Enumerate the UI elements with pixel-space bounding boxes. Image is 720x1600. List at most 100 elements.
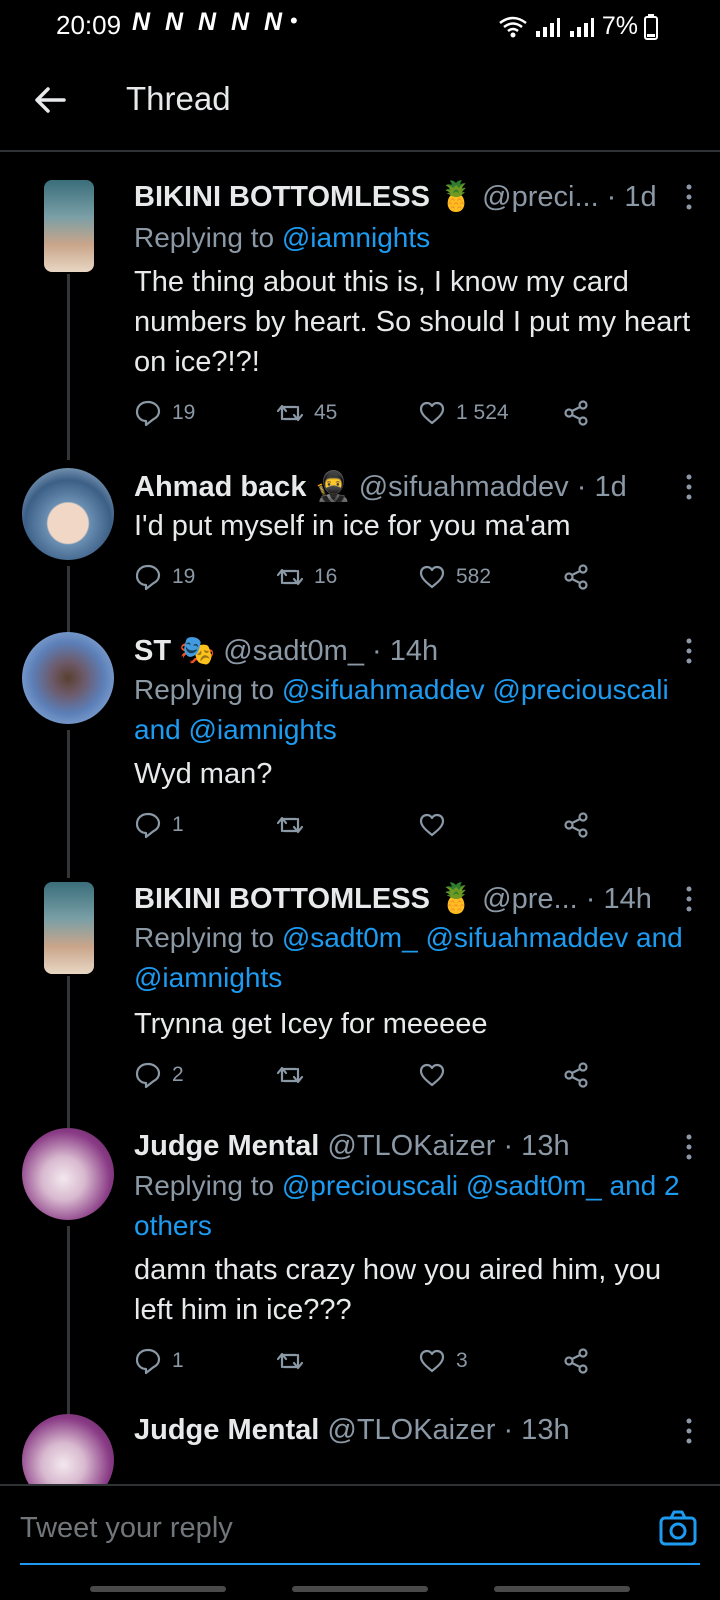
reply-button[interactable]: 19 (134, 396, 195, 430)
author-name[interactable]: BIKINI BOTTOMLESS (134, 883, 430, 915)
author-name[interactable]: Judge Mental (134, 1414, 319, 1446)
like-icon (419, 1349, 445, 1373)
retweet-button[interactable] (276, 1344, 314, 1378)
camera-icon[interactable] (658, 1508, 698, 1548)
share-button[interactable] (562, 1344, 590, 1378)
app-header: Thread (0, 56, 720, 146)
retweet-button[interactable]: 45 (276, 396, 337, 430)
reply-mention-link[interactable]: @iamnights (282, 222, 430, 253)
tweet-item[interactable]: Ahmad back 🥷 @sifuahmaddev · 1d I'd put … (0, 468, 720, 634)
reply-button[interactable]: 1 (134, 1344, 184, 1378)
avatar[interactable] (22, 632, 114, 724)
share-icon (564, 564, 588, 590)
tweet-item[interactable]: ST 🎭 @sadt0m_ · 14h Replying to @sifuahm… (0, 632, 720, 878)
share-button[interactable] (562, 1058, 590, 1092)
thread-connector (67, 566, 70, 634)
more-icon[interactable] (684, 1132, 694, 1162)
more-icon[interactable] (684, 1416, 694, 1446)
reply-input[interactable]: Tweet your reply (20, 1512, 233, 1545)
reply-button[interactable]: 19 (134, 560, 195, 594)
tweet-actions: 2 (134, 1058, 604, 1092)
tweet-text: Trynna get Icey for meeeee (134, 1008, 488, 1040)
reply-icon (135, 812, 161, 839)
like-button[interactable] (418, 1058, 456, 1092)
tweet-header: BIKINI BOTTOMLESS 🍍 @pre... · 14h (134, 882, 694, 922)
ninja-emoji-icon: 🥷 (314, 471, 351, 503)
arrow-left-icon[interactable] (30, 80, 70, 120)
share-button[interactable] (562, 396, 590, 430)
notification-icons: N N N N N (132, 8, 287, 36)
system-nav-bar (0, 1572, 720, 1600)
pineapple-emoji-icon: 🍍 (437, 883, 475, 915)
like-icon (419, 813, 445, 837)
replying-to: Replying to @sadt0m_ @sifuahmaddev and @… (134, 922, 683, 993)
retweet-icon (276, 816, 304, 834)
like-button[interactable]: 582 (418, 560, 491, 594)
like-button[interactable]: 3 (418, 1344, 468, 1378)
reply-icon (135, 564, 161, 591)
avatar[interactable] (22, 468, 114, 560)
thread-connector (67, 274, 70, 460)
avatar[interactable] (44, 180, 94, 272)
tweet-item[interactable]: Judge Mental @TLOKaizer · 13h (0, 1414, 720, 1484)
reply-button[interactable]: 2 (134, 1058, 184, 1092)
tweet-header: ST 🎭 @sadt0m_ · 14h (134, 634, 694, 674)
more-notifications-dot: • (290, 8, 298, 33)
tweet-actions: 19 16 582 (134, 560, 604, 594)
retweet-button[interactable] (276, 808, 314, 842)
share-button[interactable] (562, 808, 590, 842)
retweet-button[interactable] (276, 1058, 314, 1092)
more-icon[interactable] (684, 182, 694, 212)
reply-button[interactable]: 1 (134, 808, 184, 842)
reply-icon (135, 1348, 161, 1375)
like-button[interactable]: 1 524 (418, 396, 509, 430)
tweet-actions: 19 45 1 524 (134, 396, 604, 430)
nav-recents-button[interactable] (90, 1586, 226, 1592)
avatar[interactable] (44, 882, 94, 974)
reply-count: 19 (172, 401, 196, 424)
thread-connector (67, 976, 70, 1132)
share-button[interactable] (562, 560, 590, 594)
status-bar: 20:09 N N N N N • 7% (0, 0, 720, 54)
wifi-icon (499, 16, 527, 37)
nav-home-button[interactable] (292, 1586, 428, 1592)
author-handle: @sifuahmaddev · 1d (358, 471, 627, 503)
composer-divider (0, 1484, 720, 1486)
like-button[interactable] (418, 808, 456, 842)
author-name[interactable]: Judge Mental (134, 1130, 319, 1162)
tweet-actions: 1 (134, 808, 604, 842)
reply-count: 19 (172, 565, 196, 588)
more-icon[interactable] (684, 636, 694, 666)
reply-icon (135, 400, 161, 427)
page-title: Thread (126, 80, 231, 117)
nav-back-button[interactable] (494, 1586, 630, 1592)
tweet-item[interactable]: BIKINI BOTTOMLESS 🍍 @pre... · 14h Replyi… (0, 882, 720, 1132)
more-icon[interactable] (684, 884, 694, 914)
author-name[interactable]: Ahmad back (134, 471, 306, 503)
retweet-button[interactable]: 16 (276, 560, 337, 594)
avatar[interactable] (22, 1128, 114, 1220)
reply-count: 1 (172, 813, 184, 836)
tweet-text: Wyd man? (134, 758, 273, 790)
retweet-count: 16 (314, 565, 338, 588)
author-name[interactable]: ST (134, 635, 171, 667)
pineapple-emoji-icon: 🍍 (437, 181, 475, 213)
tweet-header: Judge Mental @TLOKaizer · 13h (134, 1130, 694, 1170)
tweet-header: Ahmad back 🥷 @sifuahmaddev · 1d (134, 470, 694, 510)
thread-connector (67, 730, 70, 878)
battery-percent: 7% (601, 12, 638, 40)
author-handle: @TLOKaizer · 13h (327, 1414, 570, 1446)
tweet-text: The thing about this is, I know my card … (134, 266, 691, 378)
reply-count: 1 (172, 1349, 184, 1372)
tweet-item[interactable]: BIKINI BOTTOMLESS 🍍 @preci... · 1d Reply… (0, 180, 720, 460)
more-icon[interactable] (684, 472, 694, 502)
header-divider (0, 150, 720, 152)
avatar[interactable] (22, 1414, 114, 1484)
replying-to: Replying to @iamnights (134, 222, 431, 253)
author-name[interactable]: BIKINI BOTTOMLESS (134, 181, 430, 213)
tweet-item[interactable]: Judge Mental @TLOKaizer · 13h Replying t… (0, 1128, 720, 1418)
share-icon (564, 812, 588, 838)
author-handle: @sadt0m_ · 14h (223, 635, 439, 667)
signal-icon-2 (569, 17, 594, 37)
author-handle: @pre... · 14h (482, 883, 652, 915)
